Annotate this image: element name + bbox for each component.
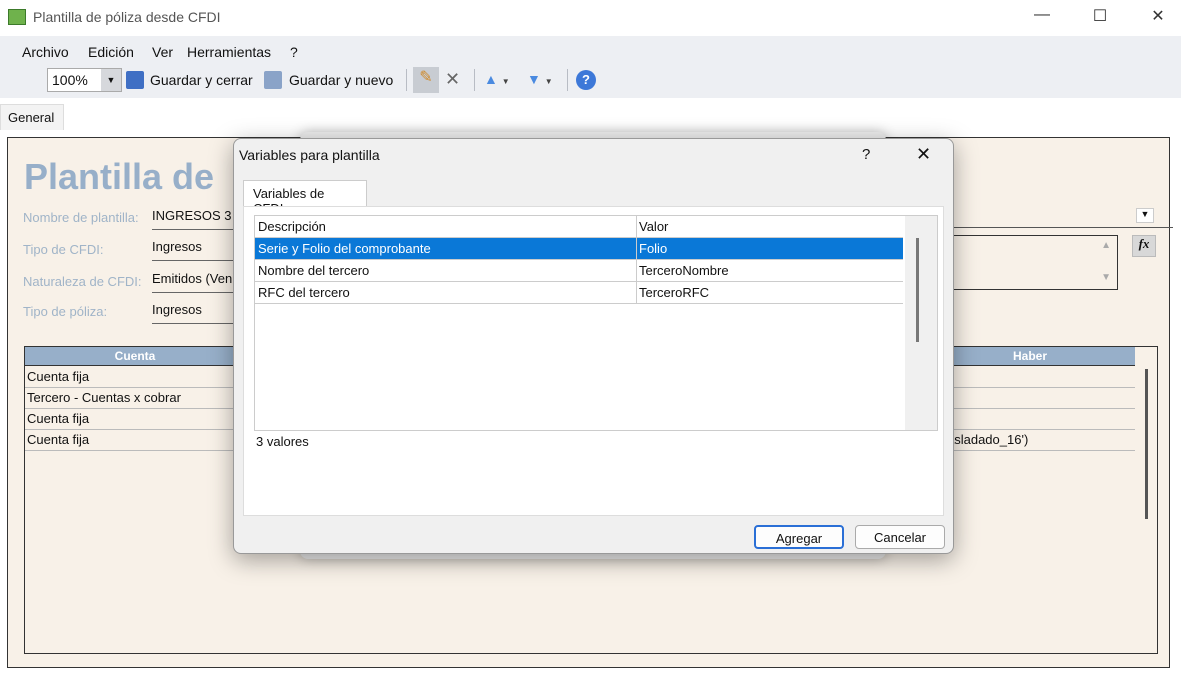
menu-edicion[interactable]: Edición (88, 44, 134, 60)
window-title: Plantilla de póliza desde CFDI (33, 9, 221, 25)
list-scrollbar[interactable] (905, 216, 937, 430)
scroll-up-icon[interactable]: ▲ (1101, 240, 1111, 251)
item-value: TerceroNombre (639, 263, 729, 278)
tab-variables-cfdi[interactable]: Variables de CFDI (243, 180, 367, 216)
cell-cuenta: Tercero - Cuentas x cobrar (27, 390, 181, 405)
arrow-up-icon[interactable]: ▲ ▼ (484, 71, 510, 87)
item-description: RFC del tercero (258, 285, 350, 300)
cell-cuenta: Cuenta fija (27, 432, 90, 447)
arrow-down-icon[interactable]: ▼ ▼ (527, 71, 553, 87)
policy-type-field[interactable]: Ingresos (152, 302, 242, 324)
field-label: Nombre de plantilla: (23, 210, 139, 225)
formula-fx-button[interactable]: fx (1132, 235, 1156, 257)
help-icon[interactable]: ? (576, 70, 596, 90)
cell-cuenta: Cuenta fija (27, 411, 90, 426)
dialog-help-button[interactable]: ? (862, 146, 870, 163)
save-close-button[interactable]: Guardar y cerrar (150, 72, 253, 88)
cfdi-type-field[interactable]: Ingresos (152, 239, 242, 261)
add-button[interactable]: Agregar (754, 525, 844, 549)
item-value: TerceroRFC (639, 285, 710, 300)
variables-dialog: Variables para plantilla ? ✕ Variables d… (233, 138, 954, 554)
menu-help[interactable]: ? (290, 44, 298, 60)
list-item[interactable]: Nombre del tercero TerceroNombre (255, 260, 903, 282)
list-item[interactable]: Serie y Folio del comprobante Folio (255, 238, 903, 260)
save-icon (126, 71, 144, 89)
item-description: Nombre del tercero (258, 263, 370, 278)
field-label: Naturaleza de CFDI: (23, 274, 142, 289)
page-title: Plantilla de (24, 156, 215, 197)
app-icon (8, 9, 26, 25)
list-header: Descripción Valor (255, 216, 903, 238)
save-new-button[interactable]: Guardar y nuevo (289, 72, 393, 88)
maximize-button[interactable]: ☐ (1080, 6, 1120, 30)
field-label: Tipo de póliza: (23, 304, 108, 319)
title-bar: Plantilla de póliza desde CFDI — ☐ ✕ (0, 0, 1181, 36)
save-new-icon (264, 71, 282, 89)
grid-scrollbar[interactable] (1145, 369, 1148, 519)
list-item[interactable]: RFC del tercero TerceroRFC (255, 282, 903, 304)
menu-ver[interactable]: Ver (152, 44, 173, 60)
chevron-down-icon: ▼ (101, 69, 121, 91)
item-value: Folio (639, 241, 668, 256)
menu-toolbar-area: Archivo Edición Ver Herramientas ? 100% ▼… (0, 36, 1181, 98)
values-count: 3 valores (256, 434, 309, 449)
cancel-button[interactable]: Cancelar (855, 525, 945, 549)
field-label: Tipo de CFDI: (23, 242, 104, 257)
scroll-down-icon[interactable]: ▼ (1101, 272, 1111, 283)
separator (567, 69, 568, 91)
edit-pencil-icon[interactable]: ✎ (413, 67, 439, 93)
variables-list: Descripción Valor Serie y Folio del compr… (254, 215, 938, 431)
close-button[interactable]: ✕ (1138, 6, 1178, 30)
column-header-haber[interactable]: Haber (925, 347, 1135, 366)
zoom-select[interactable]: 100% ▼ (47, 68, 122, 92)
tab-general[interactable]: General (0, 104, 64, 130)
cfdi-nature-field[interactable]: Emitidos (Ven (152, 271, 242, 293)
variables-panel: Descripción Valor Serie y Folio del compr… (243, 206, 944, 516)
cell-cuenta: Cuenta fija (27, 369, 90, 384)
dropdown-button[interactable]: ▼ (1136, 208, 1154, 223)
cell-haber: asladado_16') (947, 432, 1029, 447)
delete-icon[interactable]: ✕ (445, 69, 460, 90)
column-header-cuenta[interactable]: Cuenta (25, 347, 245, 366)
separator (474, 69, 475, 91)
column-header-descripcion[interactable]: Descripción (258, 219, 326, 234)
zoom-value: 100% (52, 72, 88, 88)
separator (406, 69, 407, 91)
template-name-field[interactable]: INGRESOS 3 (152, 208, 242, 230)
menu-herramientas[interactable]: Herramientas (187, 44, 271, 60)
dialog-close-button[interactable]: ✕ (916, 144, 931, 165)
item-description: Serie y Folio del comprobante (258, 241, 431, 256)
tab-bar (0, 98, 1181, 130)
column-header-valor[interactable]: Valor (639, 219, 668, 234)
menu-archivo[interactable]: Archivo (22, 44, 69, 60)
dialog-title: Variables para plantilla (239, 147, 380, 163)
minimize-button[interactable]: — (1022, 6, 1062, 30)
